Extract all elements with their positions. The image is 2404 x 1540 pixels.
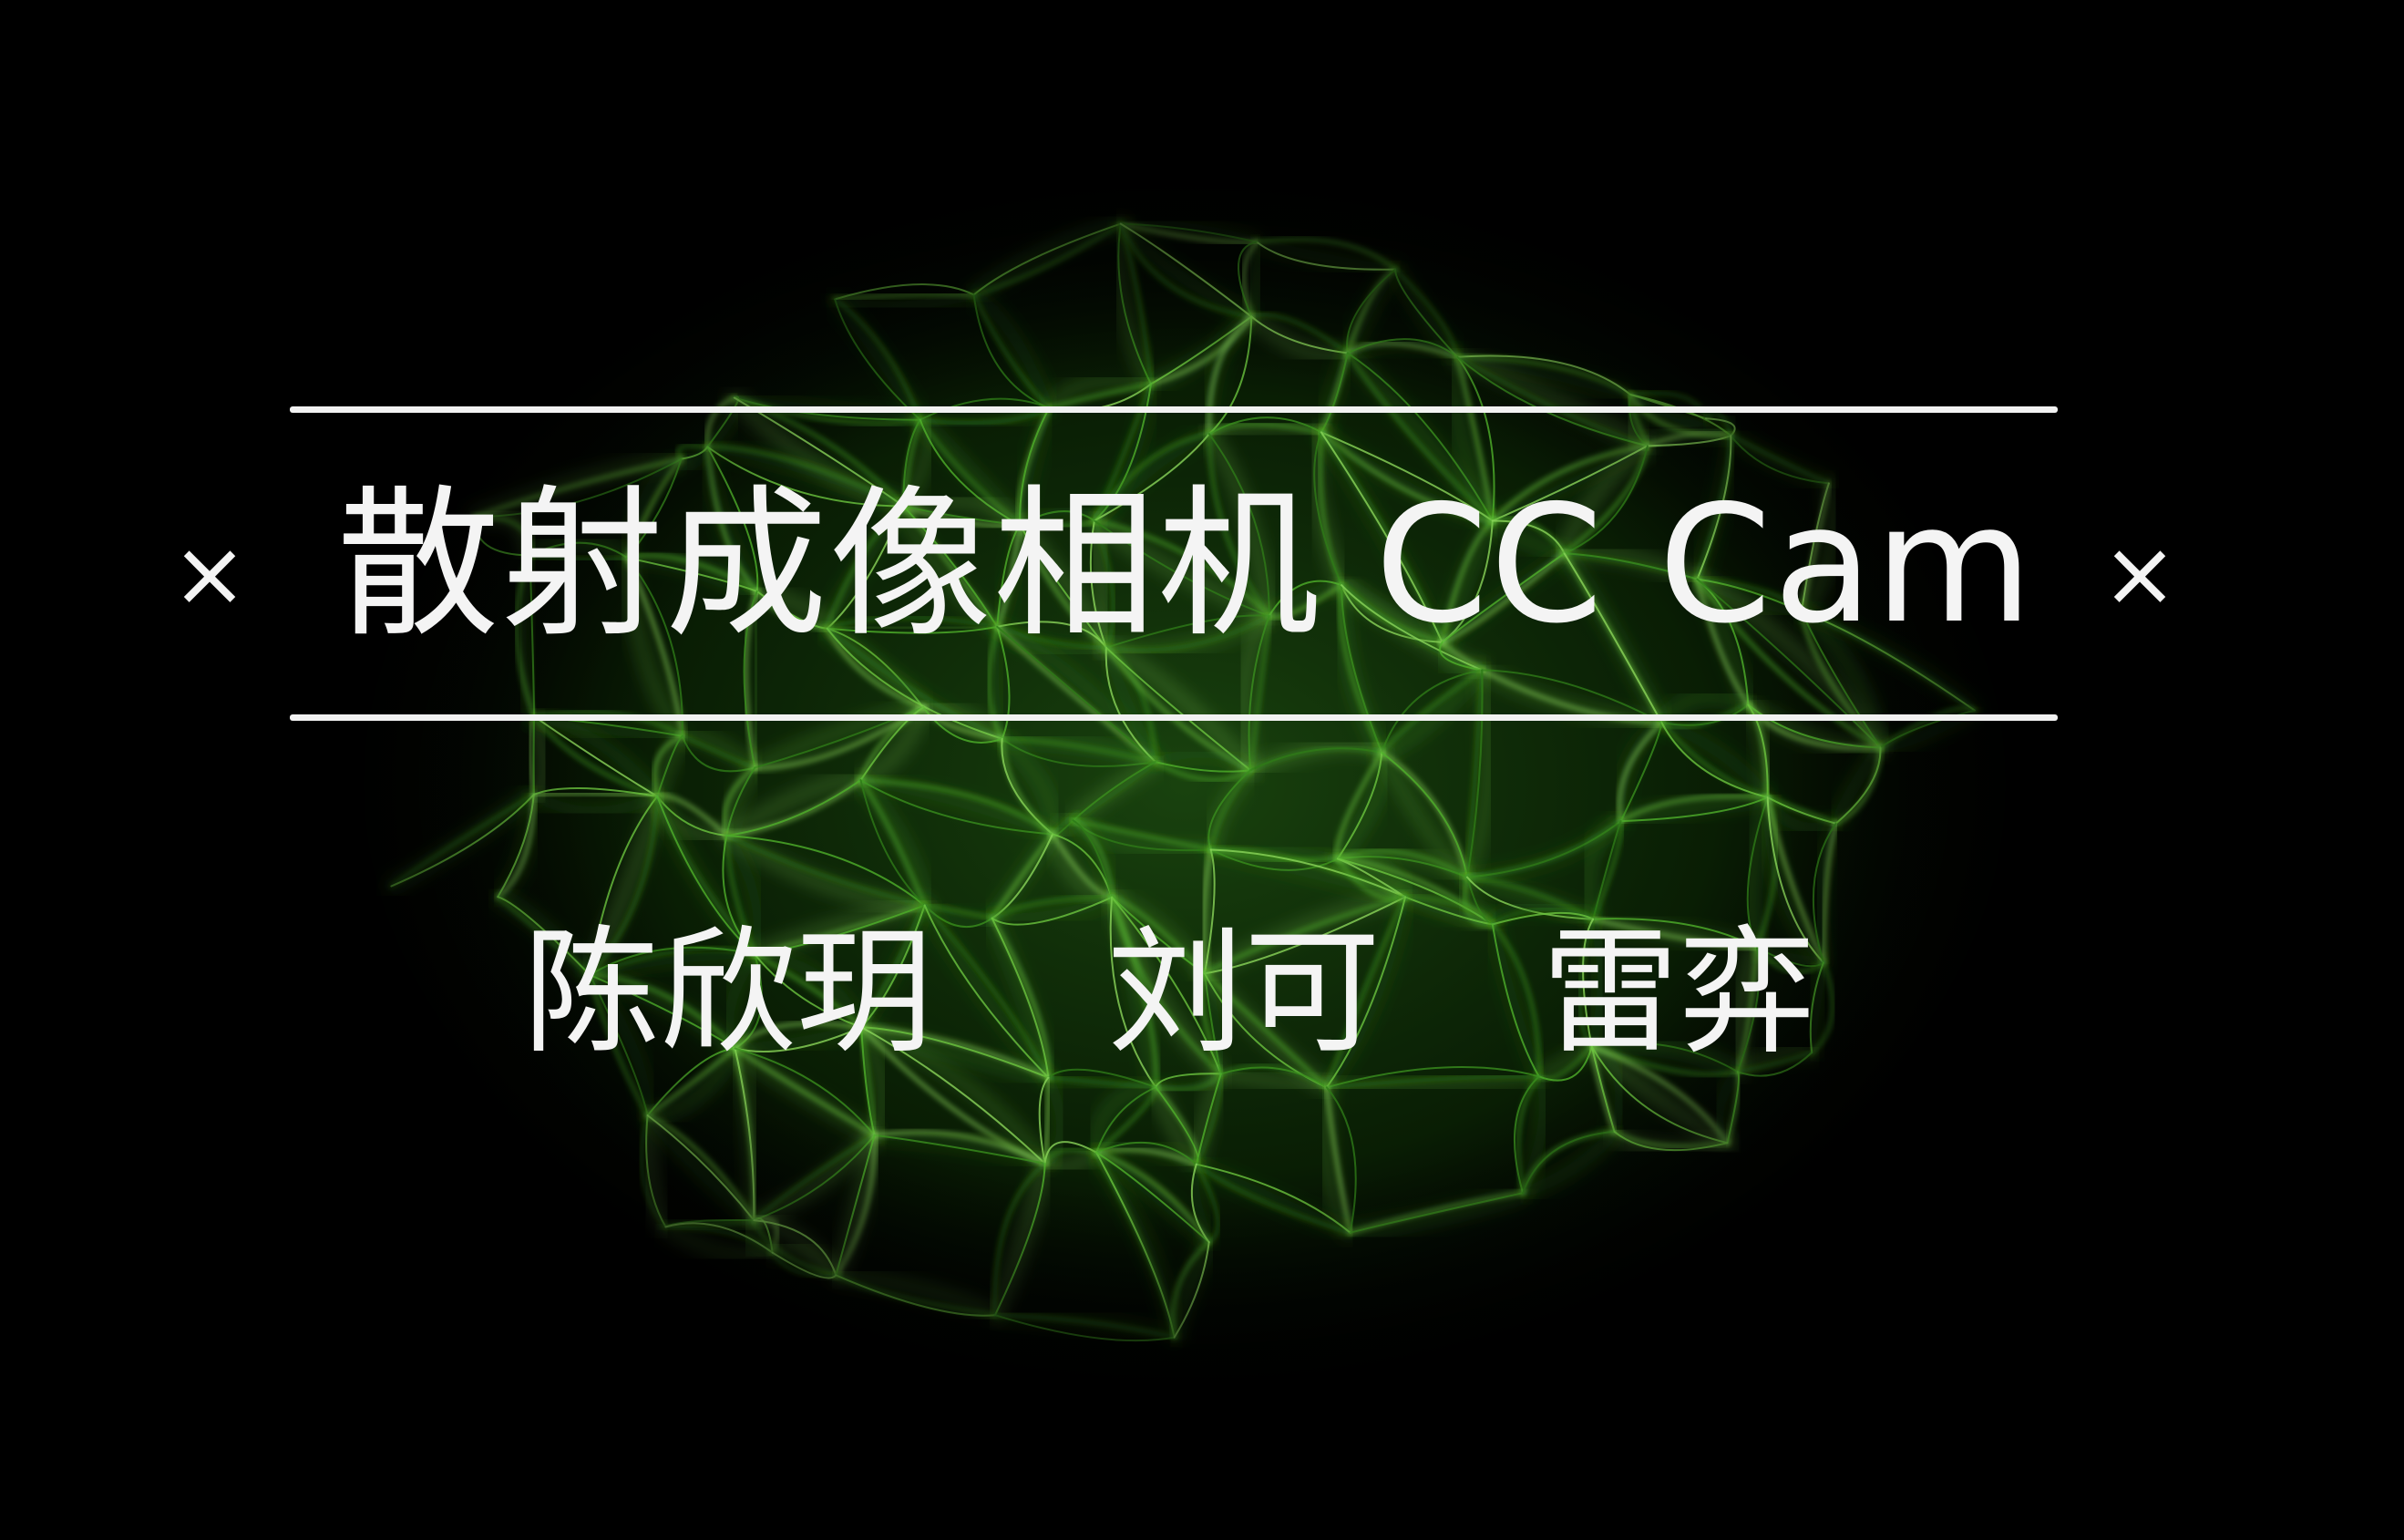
caustic-background-image	[292, 128, 2078, 1440]
author-name: 雷弈	[1542, 914, 1816, 1073]
title-bottom-rule	[290, 714, 2058, 721]
slide-title: 散射成像相机 CC Cam	[337, 470, 2035, 659]
slide-canvas: × 散射成像相机 CC Cam × 陈欣玥 刘可 雷弈	[0, 0, 2404, 1540]
author-name: 刘可	[1107, 914, 1382, 1073]
close-icon: ×	[2101, 520, 2178, 627]
title-top-rule	[290, 406, 2058, 413]
author-name: 陈欣玥	[523, 914, 934, 1073]
close-icon: ×	[171, 520, 248, 627]
